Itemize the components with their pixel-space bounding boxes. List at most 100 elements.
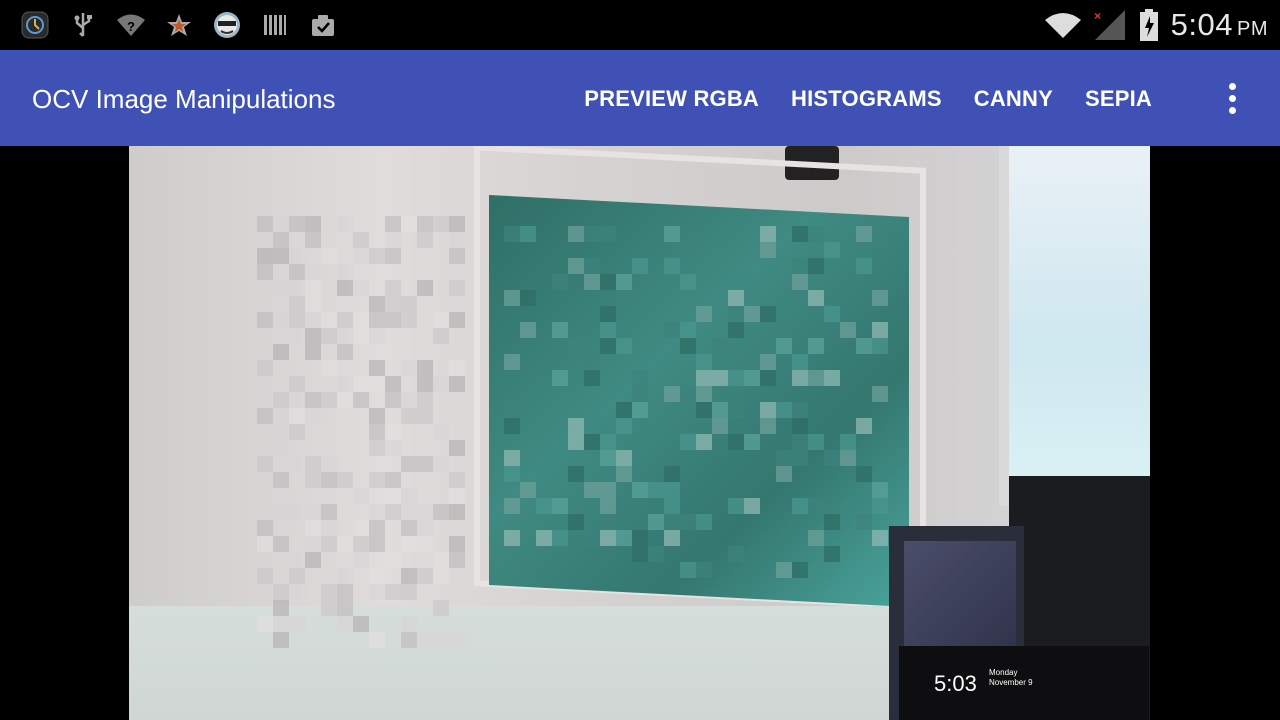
pixel-block <box>584 482 600 498</box>
pixel-block <box>600 306 616 322</box>
pixel-block <box>600 226 616 242</box>
pixel-block <box>305 328 321 344</box>
pixel-block <box>449 232 465 248</box>
pixel-block <box>257 568 273 584</box>
pixel-block <box>568 338 584 354</box>
pixel-block <box>728 290 744 306</box>
action-menu: PREVIEW RGBA HISTOGRAMS CANNY SEPIA <box>568 50 1168 146</box>
pixel-block <box>401 632 417 648</box>
pixel-block <box>824 450 840 466</box>
histograms-action[interactable]: HISTOGRAMS <box>775 50 958 146</box>
pixel-block <box>504 418 520 434</box>
pixel-block <box>321 360 337 376</box>
usb-icon <box>68 10 98 40</box>
pixel-block <box>257 360 273 376</box>
pixel-block <box>433 600 449 616</box>
pixel-block <box>433 424 449 440</box>
pixel-block <box>792 498 808 514</box>
sepia-action[interactable]: SEPIA <box>1069 50 1168 146</box>
pixel-block <box>289 216 305 232</box>
pixel-block <box>872 386 888 402</box>
pixel-block <box>385 376 401 392</box>
pixel-block <box>433 632 449 648</box>
pixel-block <box>369 248 385 264</box>
pixel-block <box>385 440 401 456</box>
pixel-block <box>305 280 321 296</box>
pixel-block <box>289 584 305 600</box>
pixel-block <box>305 296 321 312</box>
pixel-block <box>696 434 712 450</box>
pixel-block <box>353 520 369 536</box>
pixel-block <box>273 232 289 248</box>
pixel-block <box>632 386 648 402</box>
pixel-block <box>664 514 680 530</box>
canny-action[interactable]: CANNY <box>958 50 1069 146</box>
pixel-block <box>808 290 824 306</box>
pixel-block <box>385 232 401 248</box>
pixel-block <box>369 504 385 520</box>
pixel-block <box>632 530 648 546</box>
pixel-block <box>369 584 385 600</box>
pixel-block <box>600 338 616 354</box>
pixel-block <box>552 530 568 546</box>
preview-clock-day: Monday <box>989 668 1018 677</box>
pixel-block <box>664 322 680 338</box>
clock: 5:04 PM <box>1171 7 1268 43</box>
pixel-block <box>337 616 353 632</box>
pixel-block <box>353 280 369 296</box>
pixel-block <box>289 296 305 312</box>
pixel-block <box>385 552 401 568</box>
pixel-block <box>856 418 872 434</box>
pixel-block <box>728 546 744 562</box>
pixel-block <box>273 600 289 616</box>
pixel-block <box>696 514 712 530</box>
pixel-block <box>568 466 584 482</box>
pixel-block <box>696 402 712 418</box>
pixel-block <box>680 338 696 354</box>
pixel-block <box>872 482 888 498</box>
pixel-block <box>449 504 465 520</box>
pixel-block <box>449 280 465 296</box>
pixel-block <box>808 370 824 386</box>
pixel-block <box>449 488 465 504</box>
pixel-block <box>337 376 353 392</box>
pixel-block <box>504 402 520 418</box>
app-title: OCV Image Manipulations <box>32 84 336 114</box>
app-icon <box>20 10 50 40</box>
pixel-block <box>760 306 776 322</box>
svg-text:×: × <box>1094 9 1101 23</box>
pixel-block <box>369 440 385 456</box>
pixel-block <box>337 312 353 328</box>
pixel-block <box>385 472 401 488</box>
pixel-block <box>353 376 369 392</box>
pixel-block <box>792 258 808 274</box>
pixel-block <box>680 562 696 578</box>
pixel-block <box>792 450 808 466</box>
pixel-block <box>536 498 552 514</box>
pixel-block <box>321 504 337 520</box>
pixel-block <box>449 472 465 488</box>
pixel-block <box>872 498 888 514</box>
pixel-block <box>776 466 792 482</box>
pixel-block <box>289 248 305 264</box>
pixel-block <box>369 520 385 536</box>
pixel-block <box>417 632 433 648</box>
pixel-block <box>648 482 664 498</box>
pixel-block <box>433 216 449 232</box>
camera-preview[interactable]: 5:03 Monday November 9 <box>129 146 1150 720</box>
pixel-block <box>584 434 600 450</box>
pixel-block <box>289 408 305 424</box>
pixel-block <box>728 370 744 386</box>
pixel-block <box>257 264 273 280</box>
pixel-block <box>289 376 305 392</box>
pixel-block <box>600 274 616 290</box>
pixel-block <box>257 312 273 328</box>
pixel-block <box>568 434 584 450</box>
preview-rgba-action[interactable]: PREVIEW RGBA <box>568 50 775 146</box>
pixel-block <box>305 552 321 568</box>
pixel-block <box>289 504 305 520</box>
pixel-block <box>568 226 584 242</box>
pixel-block <box>257 376 273 392</box>
more-vert-icon[interactable] <box>1212 78 1252 118</box>
wifi-icon <box>1043 10 1083 40</box>
